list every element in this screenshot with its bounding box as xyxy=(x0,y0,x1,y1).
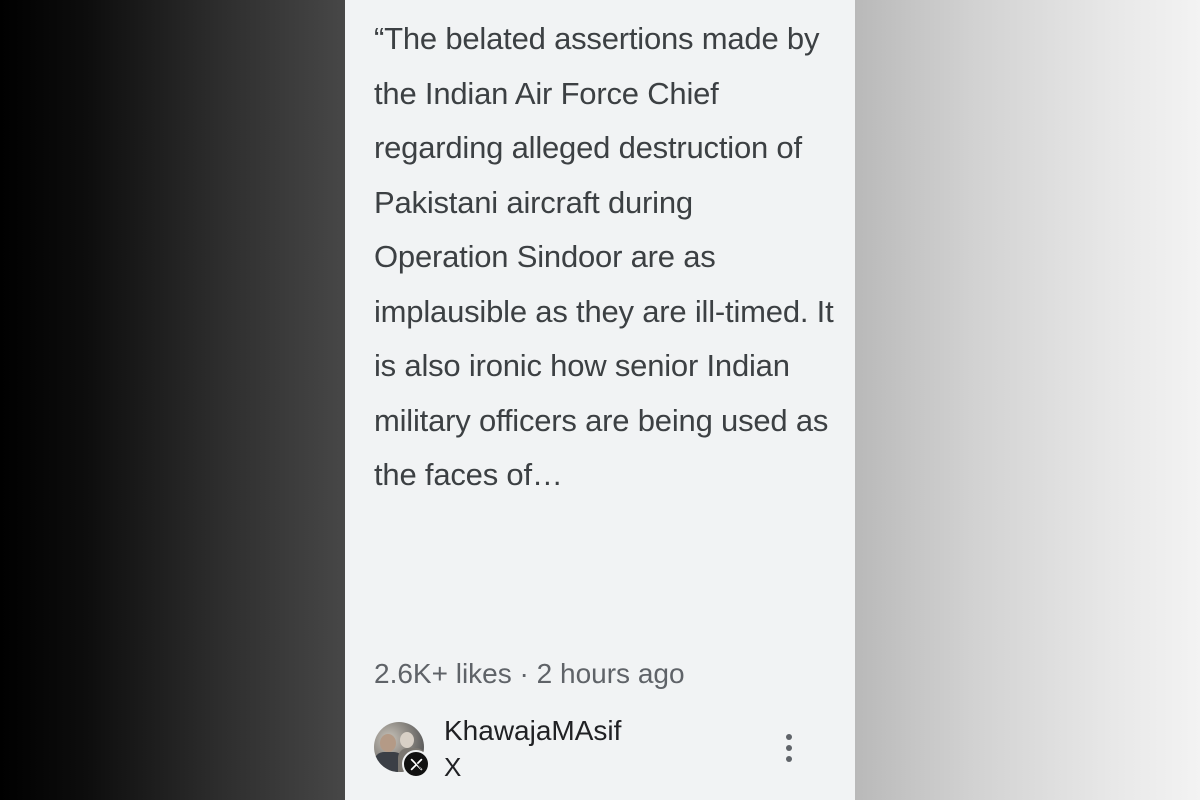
left-dark-backdrop xyxy=(0,0,345,800)
author-source: X xyxy=(444,752,462,782)
post-time: 2 hours ago xyxy=(536,658,685,689)
more-options-button[interactable] xyxy=(773,726,805,770)
post-quote-text: “The belated assertions made by the Indi… xyxy=(374,21,834,492)
author-name[interactable]: KhawajaMAsif xyxy=(444,714,621,748)
x-logo-icon xyxy=(402,750,430,778)
right-light-backdrop xyxy=(855,0,1200,800)
author-row[interactable]: KhawajaMAsif X xyxy=(374,715,834,790)
more-vert-icon xyxy=(786,734,792,740)
meta-separator: · xyxy=(519,658,529,689)
likes-count: 2.6K+ likes xyxy=(374,658,512,689)
screenshot-stage: “The belated assertions made by the Indi… xyxy=(0,0,1200,800)
post-meta: 2.6K+ likes · 2 hours ago xyxy=(374,654,685,694)
